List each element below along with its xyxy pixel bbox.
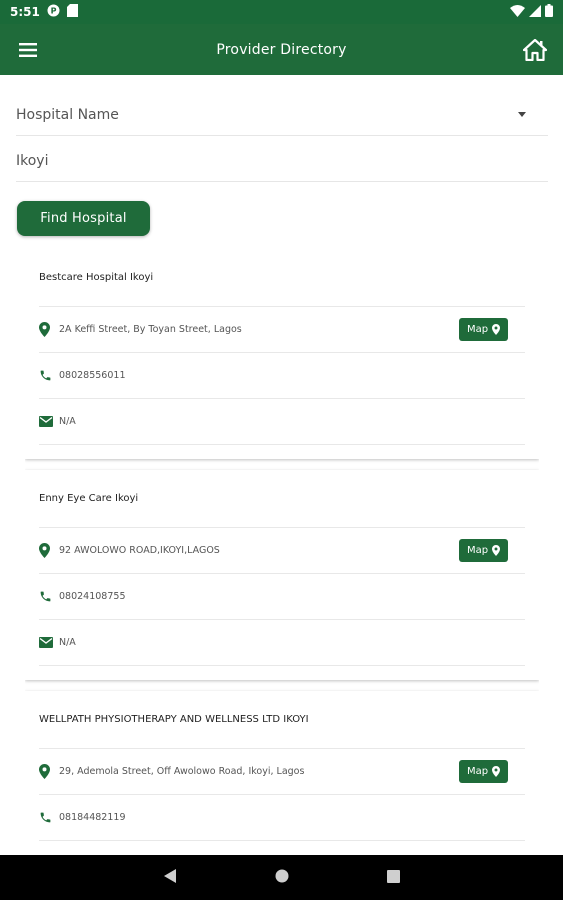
phone-row: 08184482119 xyxy=(39,795,525,841)
map-pin-icon xyxy=(492,324,501,335)
menu-button[interactable] xyxy=(0,24,56,75)
hospital-card: WELLPATH PHYSIOTHERAPY AND WELLNESS LTD … xyxy=(25,691,539,855)
find-hospital-button[interactable]: Find Hospital xyxy=(17,201,150,236)
map-pin-icon xyxy=(492,766,501,777)
page-title: Provider Directory xyxy=(216,41,347,58)
location-pin-icon xyxy=(39,764,59,779)
address-row: 92 AWOLOWO ROAD,IKOYI,LAGOS Map xyxy=(39,528,525,574)
map-button[interactable]: Map xyxy=(459,539,508,562)
hospital-address: 2A Keffi Street, By Toyan Street, Lagos xyxy=(59,324,242,335)
email-row: N/A xyxy=(39,620,525,666)
phone-row: 08028556011 xyxy=(39,353,525,399)
hospital-email: N/A xyxy=(59,637,76,648)
home-nav-icon[interactable] xyxy=(275,868,289,887)
hospital-list[interactable]: Bestcare Hospital Ikoyi 2A Keffi Street,… xyxy=(25,249,539,855)
battery-icon xyxy=(545,4,553,20)
recents-icon[interactable] xyxy=(386,868,400,887)
svg-text:P: P xyxy=(50,7,56,16)
hospital-card: Enny Eye Care Ikoyi 92 AWOLOWO ROAD,IKOY… xyxy=(25,470,539,680)
status-time: 5:51 xyxy=(10,5,40,19)
email-icon xyxy=(39,416,59,427)
hospital-name: Enny Eye Care Ikoyi xyxy=(39,470,525,528)
hospital-name: WELLPATH PHYSIOTHERAPY AND WELLNESS LTD … xyxy=(39,691,525,749)
map-button[interactable]: Map xyxy=(459,760,508,783)
status-bar: 5:51 P xyxy=(0,0,563,24)
hospital-address: 92 AWOLOWO ROAD,IKOYI,LAGOS xyxy=(59,545,220,556)
map-button-label: Map xyxy=(466,545,489,556)
hospital-email: N/A xyxy=(59,416,76,427)
signal-icon xyxy=(529,4,541,20)
map-pin-icon xyxy=(492,545,501,556)
wifi-icon xyxy=(510,4,525,20)
location-value: Ikoyi xyxy=(16,152,49,169)
map-button-label: Map xyxy=(466,324,489,335)
data-saver-icon: P xyxy=(47,4,60,20)
hospital-phone[interactable]: 08024108755 xyxy=(59,591,525,602)
phone-row: 08024108755 xyxy=(39,574,525,620)
location-pin-icon xyxy=(39,543,59,558)
map-button[interactable]: Map xyxy=(459,318,508,341)
menu-icon xyxy=(19,42,37,57)
hospital-name-value: Hospital Name xyxy=(16,106,119,123)
hospital-address: 29, Ademola Street, Off Awolowo Road, Ik… xyxy=(59,766,305,777)
email-row: N/A xyxy=(39,399,525,445)
phone-icon xyxy=(39,811,59,824)
sd-card-icon xyxy=(66,4,78,20)
phone-icon xyxy=(39,590,59,603)
system-nav-bar xyxy=(0,855,563,900)
hospital-name: Bestcare Hospital Ikoyi xyxy=(39,249,525,307)
hospital-phone[interactable]: 08184482119 xyxy=(59,812,525,823)
hospital-card: Bestcare Hospital Ikoyi 2A Keffi Street,… xyxy=(25,249,539,459)
home-button[interactable] xyxy=(507,24,563,75)
address-row: 29, Ademola Street, Off Awolowo Road, Ik… xyxy=(39,749,525,795)
address-row: 2A Keffi Street, By Toyan Street, Lagos … xyxy=(39,307,525,353)
location-input[interactable]: Ikoyi xyxy=(16,140,548,182)
location-pin-icon xyxy=(39,322,59,337)
dropdown-arrow-icon xyxy=(518,112,526,117)
email-row xyxy=(39,841,525,855)
back-icon[interactable] xyxy=(163,868,177,887)
hospital-name-dropdown[interactable]: Hospital Name xyxy=(16,94,548,136)
hospital-phone[interactable]: 08028556011 xyxy=(59,370,525,381)
map-button-label: Map xyxy=(466,766,489,777)
app-bar: Provider Directory xyxy=(0,24,563,75)
email-icon xyxy=(39,637,59,648)
phone-icon xyxy=(39,369,59,382)
home-icon xyxy=(523,38,547,61)
